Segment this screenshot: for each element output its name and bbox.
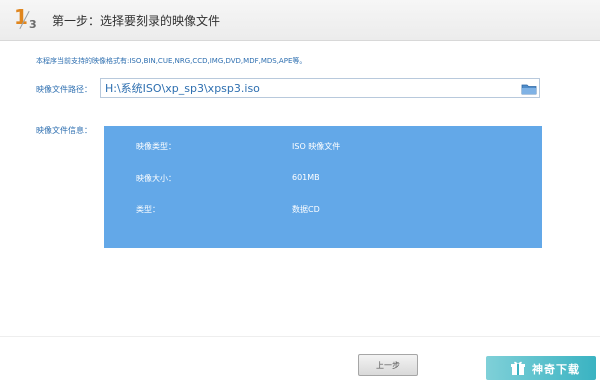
prev-step-button[interactable]: 上一步: [358, 354, 418, 376]
info-value: 601MB: [292, 173, 320, 182]
image-path-input[interactable]: [105, 80, 515, 96]
info-row-size: 映像大小： 601MB: [104, 173, 542, 185]
folder-icon[interactable]: [521, 81, 537, 95]
step-total: 3: [29, 18, 37, 31]
burn-wizard-window: 1 3 第一步：选择要刻录的映像文件 本程序当前支持的映像格式有:ISO,BIN…: [0, 0, 600, 387]
info-key: 类型：: [136, 205, 160, 214]
info-row-type: 映像类型： ISO 映像文件: [104, 141, 542, 153]
supported-formats-text: 本程序当前支持的映像格式有:ISO,BIN,CUE,NRG,CCD,IMG,DV…: [36, 57, 307, 65]
gift-icon: [510, 360, 526, 376]
info-key: 映像类型：: [136, 142, 176, 151]
footer-divider: [0, 336, 600, 337]
image-path-label: 映像文件路径：: [36, 85, 92, 94]
page-title: 第一步：选择要刻录的映像文件: [52, 14, 221, 28]
image-path-field[interactable]: [100, 78, 540, 98]
wizard-header: 1 3 第一步：选择要刻录的映像文件: [0, 0, 600, 41]
info-row-disc-type: 类型： 数据CD: [104, 204, 542, 216]
info-value: 数据CD: [292, 205, 320, 214]
info-key: 映像大小：: [136, 174, 176, 183]
watermark-text: 神奇下载: [532, 363, 580, 376]
image-info-label: 映像文件信息：: [36, 126, 92, 135]
image-info-panel: 映像类型： ISO 映像文件 映像大小： 601MB 类型： 数据CD: [104, 126, 542, 248]
info-value: ISO 映像文件: [292, 142, 341, 151]
watermark-logo: 神奇下载: [486, 356, 596, 380]
